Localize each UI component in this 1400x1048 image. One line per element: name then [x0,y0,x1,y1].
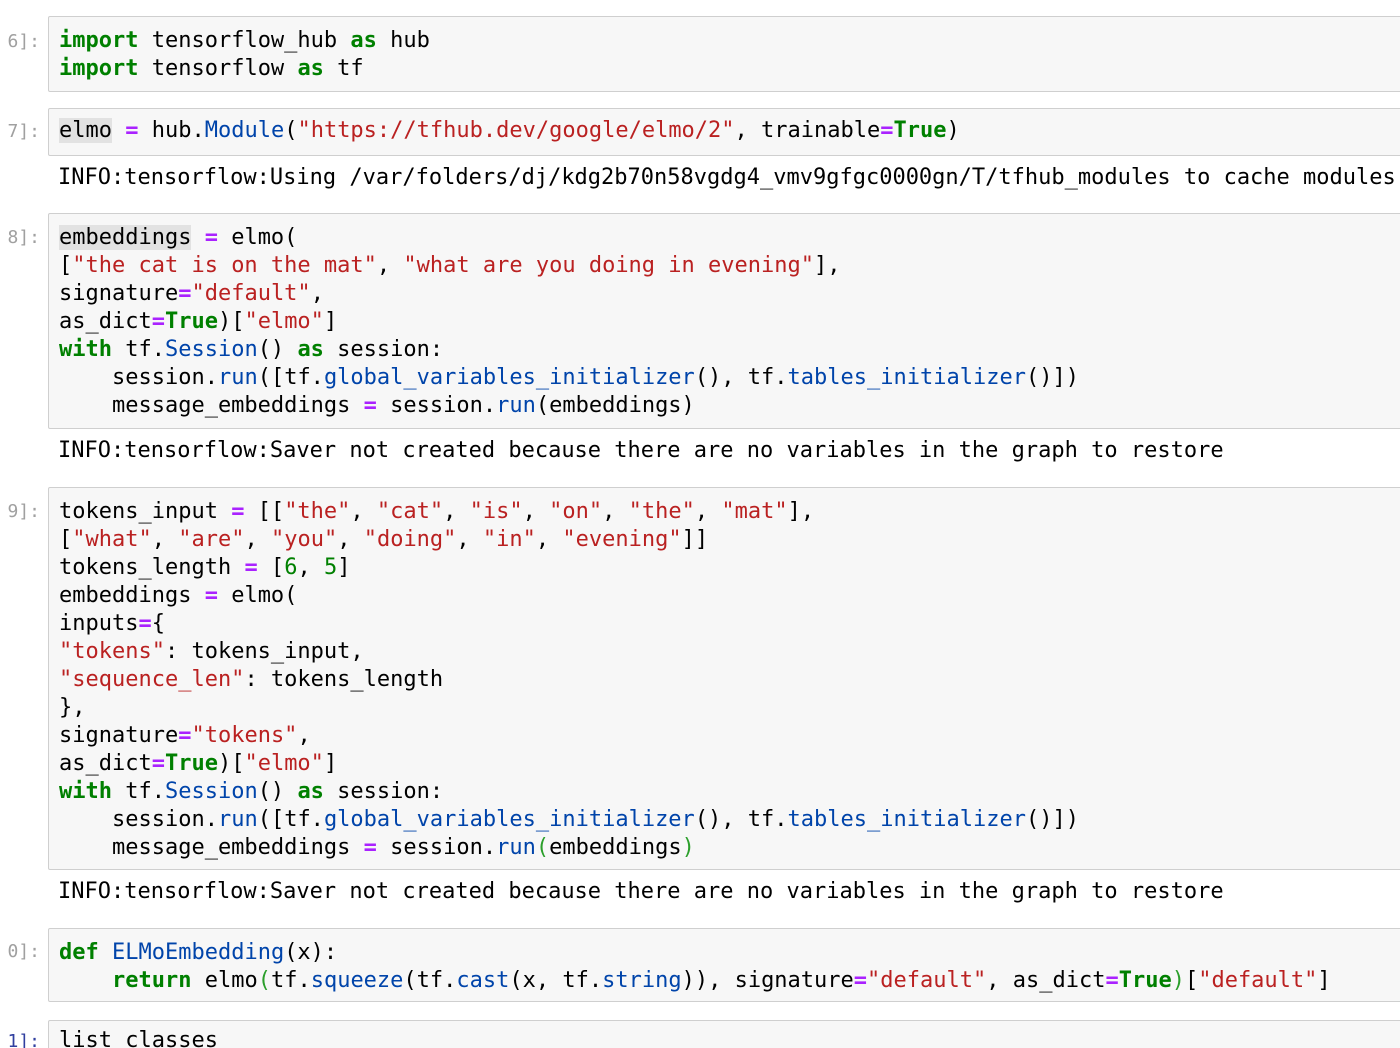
cell-prompt: 9]: [7,501,40,522]
cell-prompt: 7]: [7,121,40,142]
code-line: ["the cat is on the mat", "what are you … [59,253,841,278]
cell-prompt: 0]: [7,941,40,962]
code-line: signature="tokens", [59,723,311,748]
code-line: def ELMoEmbedding(x): [59,940,338,965]
code-block: import tensorflow_hub as hub import tenso… [59,27,1397,83]
code-line: }, [59,695,86,720]
code-input[interactable]: import tensorflow_hub as hub import tenso… [48,16,1400,92]
cell-prompt: 1]: [7,1031,40,1048]
code-input[interactable]: embeddings = elmo( ["the cat is on the ma… [48,213,1400,429]
cell-output: INFO:tensorflow:Saver not created becaus… [58,438,1224,463]
code-line: session.run([tf.global_variables_initial… [59,807,1079,832]
code-line: signature="default", [59,281,324,306]
code-line: "tokens": tokens_input, [59,639,364,664]
code-input[interactable]: tokens_input = [["the", "cat", "is", "on… [48,487,1400,870]
code-block: list_classes [59,1027,1397,1048]
notebook: 6]: import tensorflow_hub as hub import t… [0,0,1400,1048]
code-block: def ELMoEmbedding(x): return elmo(tf.squ… [59,939,1397,995]
code-block: elmo = hub.Module("https://tfhub.dev/goo… [59,117,1397,145]
code-line: as_dict=True)["elmo"] [59,751,338,776]
code-line: "sequence_len": tokens_length [59,667,444,692]
code-block: embeddings = elmo( ["the cat is on the ma… [59,224,1397,420]
code-input[interactable]: elmo = hub.Module("https://tfhub.dev/goo… [48,108,1400,156]
code-line: tokens_input = [["the", "cat", "is", "on… [59,499,815,524]
cell-output: INFO:tensorflow:Using /var/folders/dj/kd… [58,165,1400,190]
code-line: return elmo(tf.squeeze(tf.cast(x, tf.str… [111,968,1331,993]
code-line: message_embeddings = session.run(embeddi… [59,835,695,860]
code-line: ["what", "are", "you", "doing", "in", "e… [59,527,709,552]
code-input[interactable]: def ELMoEmbedding(x): return elmo(tf.squ… [48,928,1400,1002]
code-line: elmo = hub.Module("https://tfhub.dev/goo… [59,118,960,143]
code-line: session.run([tf.global_variables_initial… [59,365,1079,390]
code-line: embeddings = elmo( [59,225,298,250]
code-line: import tensorflow_hub as hub [59,28,430,53]
cell-prompt: 8]: [7,227,40,248]
code-line: import tensorflow as tf [59,56,364,81]
code-input[interactable]: list_classes [48,1020,1400,1048]
code-line: tokens_length = [6, 5] [59,555,351,580]
code-line: with tf.Session() as session: [59,779,444,804]
code-line: inputs={ [59,611,165,636]
code-line: as_dict=True)["elmo"] [59,309,338,334]
code-block: tokens_input = [["the", "cat", "is", "on… [59,498,1397,862]
code-line: message_embeddings = session.run(embeddi… [59,393,695,418]
cell-output: INFO:tensorflow:Saver not created becaus… [58,879,1224,904]
code-line: with tf.Session() as session: [59,337,444,362]
code-line: list_classes [59,1028,218,1048]
code-line: embeddings = elmo( [59,583,298,608]
cell-prompt: 6]: [7,31,40,52]
